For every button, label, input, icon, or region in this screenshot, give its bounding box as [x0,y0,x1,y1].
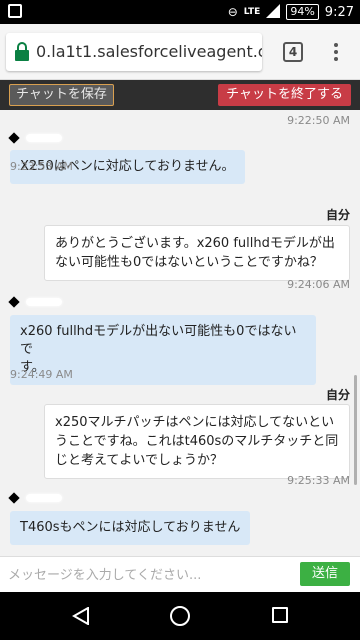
url-text: 0.la1t1.salesforceliveagent.com/c [36,42,262,61]
agent-header [8,294,62,310]
network-type: LTE [243,7,261,17]
back-icon[interactable] [71,606,90,629]
message-line: うことですね。これはt460sのマルチタッチと同 [55,434,339,449]
agent-diamond-icon [8,296,20,308]
agent-name-redacted [26,494,62,502]
end-chat-button[interactable]: チャットを終了する [218,84,351,106]
message-timestamp: 9:24:06 AM [287,278,350,291]
message-timestamp: 9:24:49 AM [10,368,73,381]
message-timestamp: 9:22:50 AM [287,114,350,127]
agent-diamond-icon [8,492,20,504]
message-input[interactable] [8,561,288,589]
self-name: 自分 [325,388,350,402]
agent-diamond-icon [8,132,20,144]
message-timestamp: 9:25:33 AM [287,474,350,487]
chat-transcript: 9:22:50 AM X250はペンに対応しておりません。 9:23:53 AM… [0,110,360,556]
lock-icon [14,42,30,62]
message-timestamp: 9:23:53 AM [10,160,73,173]
chat-toolbar: チャットを保存 チャットを終了する [0,80,360,110]
signal-icon [266,3,281,21]
agent-name-redacted [26,134,62,142]
recent-apps-icon[interactable] [272,607,288,623]
message-composer: 送信 [0,556,360,592]
user-message-bubble: x250マルチパッチはペンには対応してないとい うことですね。これはt460sの… [44,404,350,479]
save-chat-button[interactable]: チャットを保存 [9,84,114,106]
tab-switcher-button[interactable]: 4 [283,42,303,62]
alarm-icon: ⊖ [227,5,238,19]
overflow-menu-icon[interactable] [332,41,340,63]
status-indicators: ⊖ LTE 94% 9:27 [228,3,354,21]
address-bar[interactable]: 0.la1t1.salesforceliveagent.com/c [6,33,262,71]
clock: 9:27 [324,4,354,20]
agent-name-redacted [26,298,62,306]
agent-header [8,130,62,146]
user-message-bubble: ありがとうございます。x260 fullhdモデルが出 ない可能性も0ではないと… [44,225,350,281]
battery-indicator: 94% [286,4,319,20]
agent-message-bubble: T460sもペンには対応しておりません [10,511,251,545]
chat-scrollbar[interactable] [354,375,357,485]
status-bar: ⊖ LTE 94% 9:27 [0,0,360,24]
agent-header [8,490,62,506]
self-name: 自分 [325,208,350,222]
send-button[interactable]: 送信 [300,562,350,586]
message-line: ない可能性も0ではないということですかね？ [55,255,323,270]
message-line: ありがとうございます。x260 fullhdモデルが出 [55,236,335,251]
message-line: じと考えてよいでしょうか？ [55,453,223,468]
system-navigation-bar [0,592,360,640]
home-icon[interactable] [170,606,190,626]
message-line: x260 fullhdモデルが出ない可能性も0ではないで [20,324,297,357]
message-line: x250マルチパッチはペンには対応してないとい [55,415,335,430]
browser-toolbar: 0.la1t1.salesforceliveagent.com/c 4 [0,24,360,80]
notification-icon [8,4,22,18]
